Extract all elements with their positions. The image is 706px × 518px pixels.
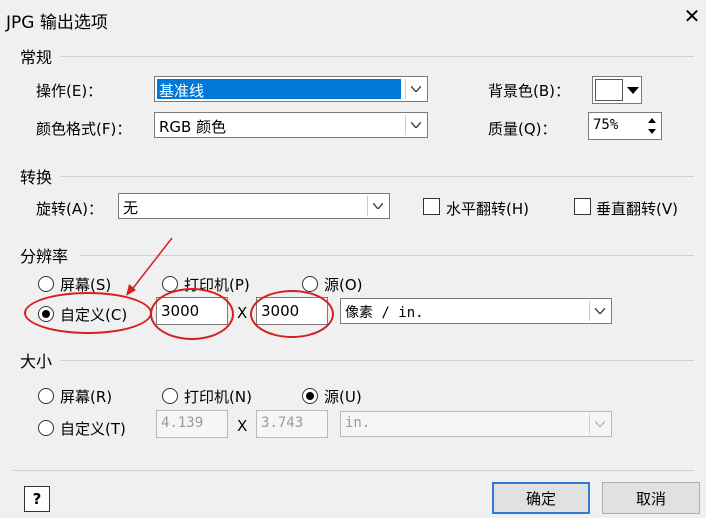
resolution-source-label: 源(O) (324, 276, 363, 294)
group-divider (60, 176, 694, 177)
group-resolution-label: 分辨率 (20, 247, 69, 266)
size-printer-radio[interactable] (162, 388, 178, 404)
annotation-circle (24, 292, 152, 334)
size-printer-label: 打印机(N) (184, 388, 252, 406)
size-unit-value: in. (345, 415, 371, 431)
group-divider (60, 56, 694, 57)
chevron-down-icon[interactable] (367, 196, 387, 216)
resolution-unit-value: 像素 / in. (345, 305, 424, 321)
flip-vertical-checkbox[interactable] (574, 198, 591, 215)
operation-label: 操作(E)： (36, 82, 103, 100)
size-source-radio[interactable] (302, 388, 318, 404)
flip-horizontal-label: 水平翻转(H) (446, 200, 529, 218)
group-transform-label: 转换 (20, 168, 53, 187)
color-format-label: 颜色格式(F)： (36, 120, 132, 138)
resolution-screen-radio[interactable] (38, 276, 54, 292)
color-format-select[interactable]: RGB 颜色 (154, 112, 428, 138)
quality-value: 75% (593, 117, 619, 133)
footer-divider (12, 470, 694, 471)
group-size-label: 大小 (20, 352, 53, 371)
size-width-input[interactable]: 4.139 (156, 410, 228, 438)
resolution-source-radio[interactable] (302, 276, 318, 292)
cancel-button-label: 取消 (635, 489, 666, 508)
help-button[interactable]: ? (24, 486, 50, 512)
annotation-circle (250, 290, 334, 338)
annotation-arrow-icon (126, 237, 173, 296)
size-unit-select[interactable]: in. (340, 411, 612, 437)
spin-up-icon[interactable] (645, 115, 659, 126)
flip-vertical-label: 垂直翻转(V) (596, 200, 678, 218)
operation-value: 基准线 (159, 82, 205, 100)
group-divider (60, 360, 694, 361)
window-title: JPG 输出选项 (6, 13, 108, 33)
resolution-unit-select[interactable]: 像素 / in. (340, 298, 612, 324)
chevron-down-icon[interactable] (589, 301, 609, 321)
rotate-value: 无 (123, 199, 139, 217)
quality-spinner[interactable]: 75% (588, 112, 662, 140)
size-x-label: X (237, 417, 248, 435)
close-icon: ✕ (683, 4, 701, 28)
cancel-button[interactable]: 取消 (602, 482, 700, 514)
size-width-value: 4.139 (161, 415, 204, 431)
resolution-x-label: X (237, 304, 248, 322)
ok-button[interactable]: 确定 (492, 482, 590, 514)
quality-label: 质量(Q)： (488, 120, 557, 138)
size-height-input[interactable]: 3.743 (256, 410, 328, 438)
size-screen-label: 屏幕(R) (60, 388, 113, 406)
group-general-label: 常规 (20, 48, 53, 67)
rotate-label: 旋转(A)： (36, 200, 103, 218)
close-button[interactable]: ✕ (680, 4, 704, 28)
ok-button-label: 确定 (525, 489, 556, 508)
background-color-picker[interactable] (592, 76, 642, 104)
chevron-down-icon[interactable] (405, 115, 425, 135)
size-height-value: 3.743 (261, 415, 304, 431)
color-format-value: RGB 颜色 (159, 118, 227, 136)
help-icon: ? (32, 490, 42, 508)
chevron-down-icon[interactable] (589, 414, 609, 434)
background-label: 背景色(B)： (488, 82, 570, 100)
spin-down-icon[interactable] (645, 126, 659, 137)
color-swatch (595, 79, 623, 101)
rotate-select[interactable]: 无 (118, 193, 390, 219)
operation-select[interactable]: 基准线 (154, 76, 428, 102)
size-screen-radio[interactable] (38, 388, 54, 404)
size-custom-radio[interactable] (38, 420, 54, 436)
flip-horizontal-checkbox[interactable] (423, 198, 440, 215)
triangle-down-icon (627, 87, 639, 94)
size-custom-label: 自定义(T) (60, 420, 126, 438)
size-source-label: 源(U) (324, 388, 362, 406)
chevron-down-icon[interactable] (405, 79, 425, 99)
